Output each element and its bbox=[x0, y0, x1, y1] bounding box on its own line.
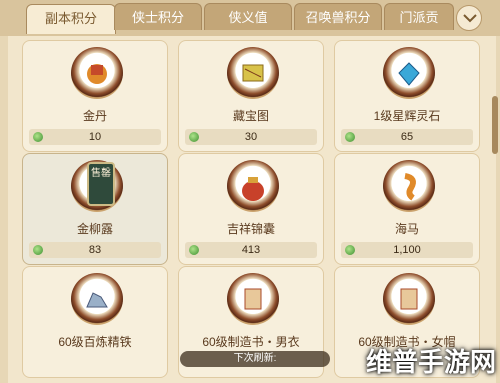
item-price: 413 bbox=[185, 242, 317, 258]
item-card-selected[interactable]: 售罄 金柳露 83 bbox=[22, 153, 168, 265]
item-name: 60级百炼精铁 bbox=[58, 335, 132, 349]
iron-ore-icon bbox=[71, 273, 123, 325]
refresh-toast: 下次刷新: bbox=[180, 351, 330, 367]
seahorse-icon bbox=[383, 160, 435, 212]
item-price: 30 bbox=[185, 129, 317, 145]
item-card[interactable]: 60级百炼精铁 bbox=[22, 266, 168, 378]
item-card[interactable]: 金丹 10 bbox=[22, 40, 168, 152]
coin-icon bbox=[189, 132, 199, 142]
item-name: 60级制造书・男衣 bbox=[202, 335, 300, 349]
tab-dropdown-button[interactable] bbox=[456, 5, 482, 31]
item-name: 1级星辉灵石 bbox=[373, 109, 441, 123]
tab-bar: 副本积分 侠士积分 侠义值 召唤兽积分 门派贡 bbox=[0, 0, 500, 36]
item-price: 10 bbox=[29, 129, 161, 145]
chevron-down-icon bbox=[463, 14, 477, 23]
item-name: 金柳露 bbox=[76, 222, 113, 236]
item-grid: 金丹 10 藏宝图 30 1级星辉灵石 65 售罄 金柳露 83 吉祥锦囊 41… bbox=[8, 36, 498, 383]
item-name: 吉祥锦囊 bbox=[226, 222, 275, 236]
tab-summon-points[interactable]: 召唤兽积分 bbox=[294, 3, 382, 30]
coin-icon bbox=[33, 245, 43, 255]
item-name: 藏宝图 bbox=[232, 109, 269, 123]
sold-out-seal: 售罄 bbox=[87, 162, 115, 206]
coin-icon bbox=[33, 132, 43, 142]
item-name: 海马 bbox=[394, 222, 419, 236]
lucky-bag-icon bbox=[227, 160, 279, 212]
item-card[interactable]: 1级星辉灵石 65 bbox=[334, 40, 480, 152]
blue-gem-icon bbox=[383, 47, 435, 99]
tab-sect-contribution[interactable]: 门派贡 bbox=[384, 3, 454, 30]
item-price: 1,100 bbox=[341, 242, 473, 258]
watermark: 维普手游网 bbox=[365, 347, 496, 377]
tab-hero-points[interactable]: 侠士积分 bbox=[114, 3, 202, 30]
coin-icon bbox=[345, 245, 355, 255]
coin-icon bbox=[345, 132, 355, 142]
scroll-icon bbox=[383, 273, 435, 325]
tab-dungeon-points[interactable]: 副本积分 bbox=[26, 4, 116, 34]
item-card[interactable]: 藏宝图 30 bbox=[178, 40, 324, 152]
item-card[interactable]: 海马 1,100 bbox=[334, 153, 480, 265]
scroll-icon bbox=[227, 273, 279, 325]
coin-icon bbox=[189, 245, 199, 255]
item-price: 65 bbox=[341, 129, 473, 145]
scrollbar[interactable] bbox=[492, 96, 498, 154]
item-name: 金丹 bbox=[82, 109, 107, 123]
item-price: 83 bbox=[29, 242, 161, 258]
treasure-map-icon bbox=[227, 47, 279, 99]
golden-pill-icon bbox=[71, 47, 123, 99]
item-card[interactable]: 吉祥锦囊 413 bbox=[178, 153, 324, 265]
tab-chivalry[interactable]: 侠义值 bbox=[204, 3, 292, 30]
